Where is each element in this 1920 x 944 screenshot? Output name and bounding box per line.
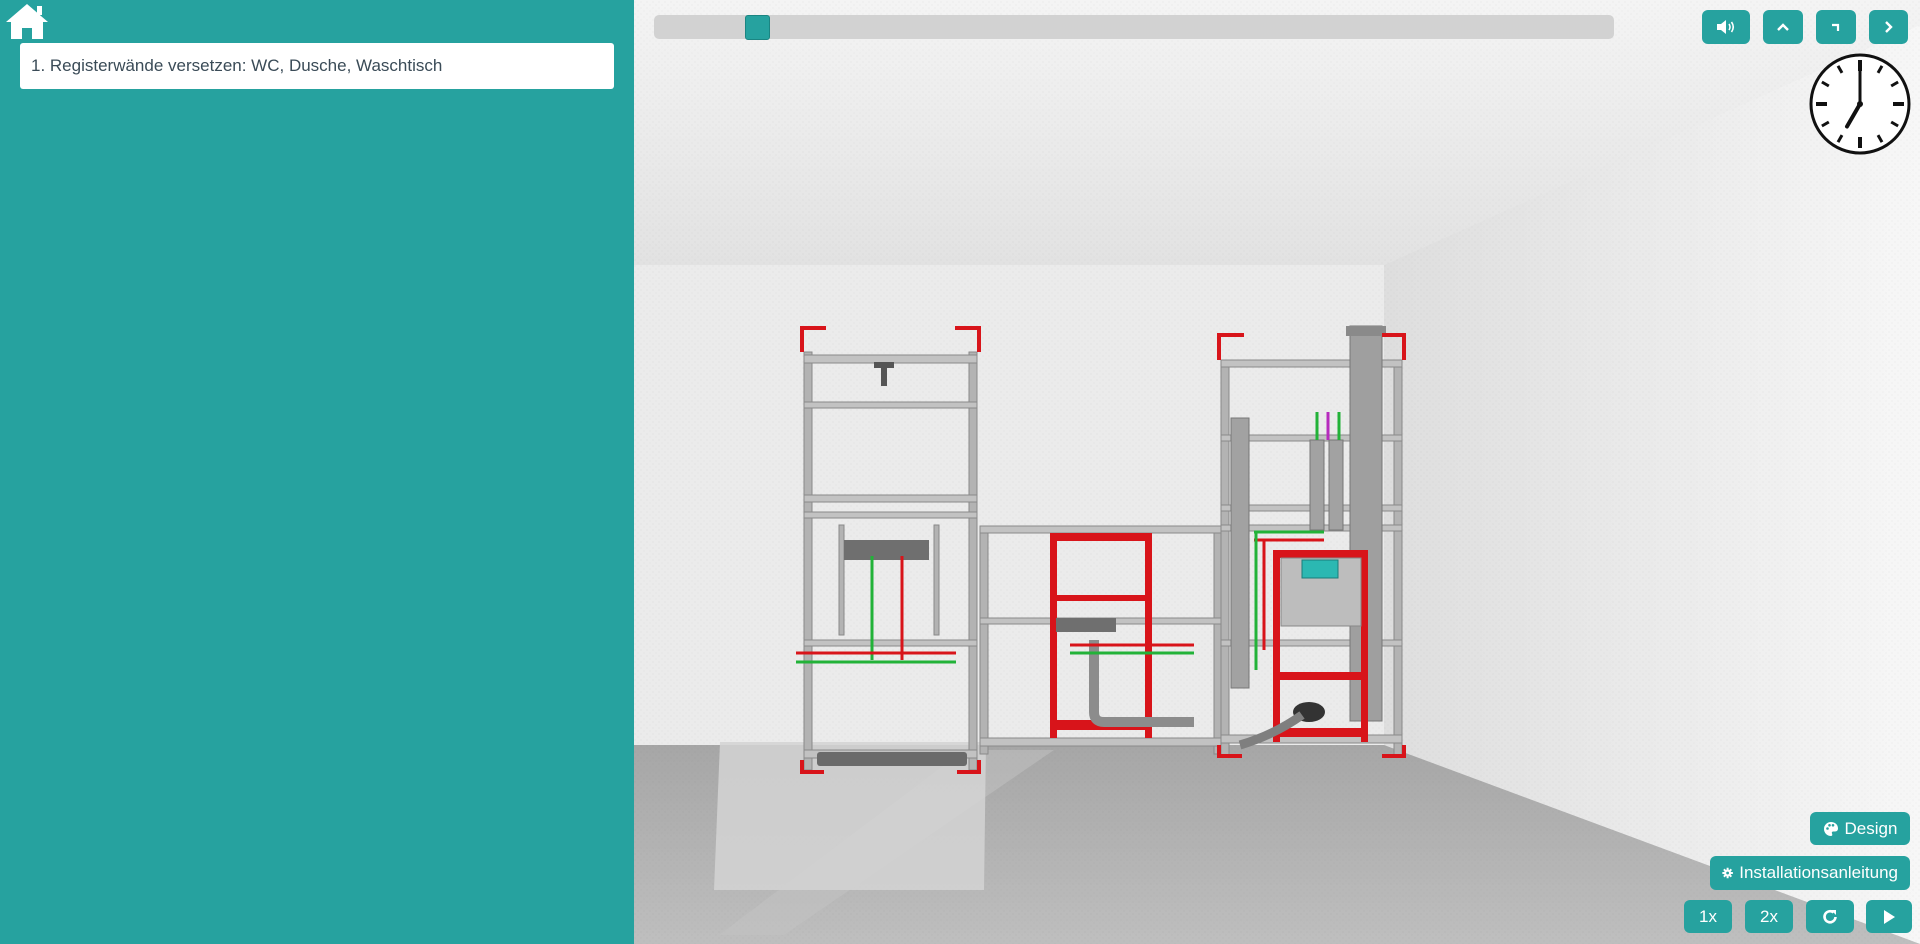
chevron-up-icon xyxy=(1777,23,1789,31)
progress-handle[interactable] xyxy=(745,15,771,40)
volume-icon xyxy=(1717,20,1735,34)
next-button[interactable] xyxy=(1869,10,1908,44)
home-button[interactable] xyxy=(4,2,50,40)
replay-button[interactable] xyxy=(1806,900,1854,933)
design-button[interactable]: Design xyxy=(1810,812,1910,845)
installation-scene[interactable] xyxy=(634,0,1920,944)
speed-1x-label: 1x xyxy=(1699,906,1717,926)
step-description: 1. Registerwände versetzen: WC, Dusche, … xyxy=(20,43,614,89)
sound-button[interactable] xyxy=(1702,10,1750,44)
rotate-icon xyxy=(1832,23,1840,31)
progress-slider[interactable] xyxy=(654,15,1614,40)
scene-viewport[interactable]: Design Installationsanleitung 1x 2x xyxy=(634,0,1920,944)
chevron-right-icon xyxy=(1884,21,1893,33)
speed-2x-button[interactable]: 2x xyxy=(1745,900,1793,933)
design-label: Design xyxy=(1844,818,1898,838)
home-icon xyxy=(6,4,48,39)
rotate-view-button[interactable] xyxy=(1816,10,1856,44)
redo-icon xyxy=(1823,909,1837,923)
installation-guide-label: Installationsanleitung xyxy=(1739,863,1898,882)
sidebar: 1. Registerwände versetzen: WC, Dusche, … xyxy=(0,0,634,944)
play-button[interactable] xyxy=(1866,900,1912,933)
collapse-button[interactable] xyxy=(1763,10,1803,44)
gear-icon xyxy=(1722,867,1733,879)
speed-2x-label: 2x xyxy=(1760,906,1778,926)
analog-clock xyxy=(1809,53,1911,155)
palette-icon xyxy=(1823,821,1838,836)
installation-guide-button[interactable]: Installationsanleitung xyxy=(1710,856,1910,890)
speed-1x-button[interactable]: 1x xyxy=(1684,900,1732,933)
play-icon xyxy=(1884,909,1895,924)
